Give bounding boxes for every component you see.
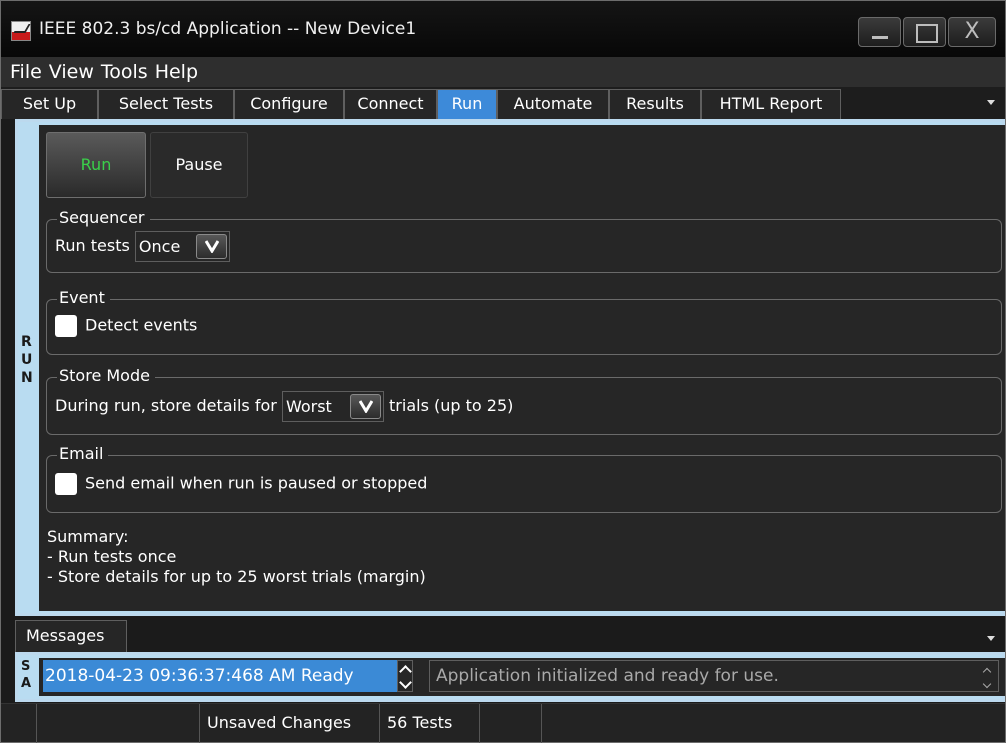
tab-run[interactable]: Run — [437, 89, 497, 119]
sequencer-title: Sequencer — [57, 208, 150, 228]
run-tests-select[interactable]: Once — [134, 231, 230, 262]
sequencer-row: Run tests Once — [55, 231, 230, 262]
message-detail: Application initialized and ready for us… — [429, 660, 999, 692]
status-bar: Unsaved Changes 56 Tests — [1, 703, 1005, 743]
summary: Summary: - Run tests once - Store detail… — [47, 527, 426, 587]
run-tests-dropdown-button[interactable] — [195, 234, 227, 259]
tab-select-tests[interactable]: Select Tests — [98, 89, 234, 119]
message-spinner-button[interactable] — [397, 660, 413, 692]
messages-content: 2018-04-23 09:36:37:468 AM Ready Applica… — [39, 658, 1005, 696]
status-cell-empty — [36, 704, 199, 743]
menu-help[interactable]: Help — [148, 57, 198, 87]
messages-overflow-icon[interactable] — [987, 636, 995, 641]
summary-title: Summary: — [47, 527, 129, 546]
store-mode-row: During run, store details for Worst tria… — [55, 391, 513, 422]
send-email-label: Send email when run is paused or stopped — [85, 473, 428, 493]
tab-set-up[interactable]: Set Up — [1, 89, 98, 119]
side-label-run: R U N — [18, 122, 36, 613]
side-label-messages: S A — [21, 659, 32, 691]
messages-tab-bar: Messages — [1, 616, 1005, 652]
store-mode-label-after: trials (up to 25) — [389, 396, 514, 415]
store-mode-dropdown-button[interactable] — [349, 394, 381, 419]
title-bar[interactable]: IEEE 802.3 bs/cd Application -- New Devi… — [1, 1, 1005, 57]
summary-line: - Store details for up to 25 worst trial… — [47, 567, 426, 586]
tab-messages[interactable]: Messages — [15, 620, 127, 652]
store-mode-value: Worst — [285, 397, 332, 416]
tab-connect[interactable]: Connect — [344, 89, 437, 119]
tab-bar: Set Up Select Tests Configure Connect Ru… — [1, 87, 1005, 119]
minimize-button[interactable] — [858, 17, 901, 47]
pause-button[interactable]: Pause — [150, 132, 248, 198]
message-detail-text: Application initialized and ready for us… — [436, 666, 779, 686]
message-list-selected[interactable]: 2018-04-23 09:36:37:468 AM Ready — [43, 660, 413, 692]
menu-view[interactable]: View — [42, 57, 94, 87]
message-detail-scrollbar[interactable] — [982, 666, 992, 690]
summary-line: - Run tests once — [47, 547, 177, 566]
close-button[interactable]: X — [948, 17, 996, 47]
run-tests-value: Once — [138, 237, 181, 256]
event-row: Detect events — [55, 315, 197, 337]
tab-automate[interactable]: Automate — [497, 89, 609, 119]
run-button[interactable]: Run — [46, 132, 146, 198]
store-mode-select[interactable]: Worst — [281, 391, 384, 422]
detect-events-label: Detect events — [85, 315, 198, 335]
chevron-down-icon — [204, 240, 219, 253]
status-test-count: 56 Tests — [379, 704, 479, 743]
status-unsaved-changes: Unsaved Changes — [199, 704, 379, 743]
send-email-checkbox[interactable] — [55, 473, 77, 495]
chevron-down-icon — [358, 400, 373, 413]
window-title: IEEE 802.3 bs/cd Application -- New Devi… — [39, 19, 417, 39]
event-title: Event — [57, 288, 110, 308]
close-icon: X — [964, 19, 980, 44]
store-mode-label-before: During run, store details for — [55, 396, 277, 415]
detect-events-checkbox[interactable] — [55, 315, 77, 337]
menu-file[interactable]: File — [1, 57, 42, 87]
email-row: Send email when run is paused or stopped — [55, 473, 427, 495]
email-title: Email — [57, 444, 109, 464]
run-panel-content: Run Pause Sequencer Run tests Once Event… — [39, 125, 1005, 611]
run-panel-frame: R U N Run Pause Sequencer Run tests Once — [15, 119, 1005, 616]
maximize-button[interactable] — [903, 17, 946, 47]
store-mode-title: Store Mode — [57, 366, 155, 386]
tabs-overflow-icon[interactable] — [987, 100, 995, 105]
run-tests-label: Run tests — [55, 236, 130, 255]
tab-configure[interactable]: Configure — [234, 89, 344, 119]
sequencer-group: Sequencer Run tests Once — [46, 208, 1002, 273]
tab-results[interactable]: Results — [609, 89, 701, 119]
menu-tools[interactable]: Tools — [94, 57, 148, 87]
event-group: Event Detect events — [46, 288, 1002, 355]
email-group: Email Send email when run is paused or s… — [46, 444, 1002, 513]
status-cell-empty — [479, 704, 541, 743]
app-window: IEEE 802.3 bs/cd Application -- New Devi… — [0, 0, 1006, 743]
store-mode-group: Store Mode During run, store details for… — [46, 366, 1002, 435]
tab-html-report[interactable]: HTML Report — [701, 89, 841, 119]
app-logo-icon — [11, 21, 31, 41]
messages-panel: S A 2018-04-23 09:36:37:468 AM Ready App… — [15, 652, 1005, 702]
status-cell-empty — [541, 704, 741, 743]
menu-bar: File View Tools Help — [1, 57, 1005, 87]
